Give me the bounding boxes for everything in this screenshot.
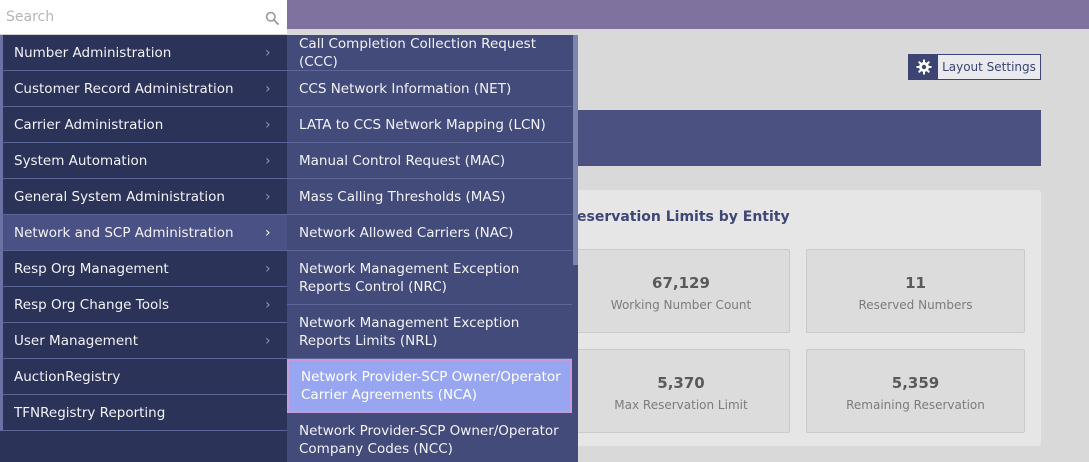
- submenu-item-nac[interactable]: Network Allowed Carriers (NAC): [287, 215, 572, 251]
- dashboard-banner: [560, 110, 1041, 166]
- menu-item-resp-org-change-tools[interactable]: Resp Org Change Tools ›: [0, 287, 287, 323]
- submenu-item-net[interactable]: CCS Network Information (NET): [287, 71, 572, 107]
- submenu-scrollbar[interactable]: [573, 35, 578, 265]
- menu-item-label: System Automation: [14, 152, 148, 169]
- menu-item-label: Network and SCP Administration: [14, 224, 234, 241]
- menu-item-label: TFNRegistry Reporting: [14, 404, 166, 421]
- submenu-item-nrl[interactable]: Network Management Exception Reports Lim…: [287, 305, 572, 359]
- stat-caption: Max Reservation Limit: [614, 398, 748, 412]
- stat-value: 5,370: [657, 374, 705, 392]
- menu-item-label: General System Administration: [14, 188, 225, 205]
- stat-value: 67,129: [652, 274, 710, 292]
- gear-icon: [909, 55, 938, 79]
- search-bar: [0, 0, 287, 35]
- chevron-right-icon: ›: [265, 80, 271, 97]
- stat-remaining-reservation: 5,359 Remaining Reservation: [806, 349, 1025, 433]
- menu-item-tfnregistry-reporting[interactable]: TFNRegistry Reporting: [0, 395, 287, 431]
- stat-reserved-numbers: 11 Reserved Numbers: [806, 249, 1025, 333]
- menu-item-network-and-scp-administration[interactable]: Network and SCP Administration ›: [0, 215, 287, 251]
- stat-caption: Reserved Numbers: [858, 298, 973, 312]
- menu-item-label: Resp Org Management: [14, 260, 169, 277]
- layout-settings-button[interactable]: Layout Settings: [908, 54, 1041, 80]
- menu-item-label: Customer Record Administration: [14, 80, 234, 97]
- menu-item-system-automation[interactable]: System Automation ›: [0, 143, 287, 179]
- chevron-right-icon: ›: [265, 296, 271, 313]
- stat-caption: Working Number Count: [610, 298, 752, 312]
- layout-settings-label: Layout Settings: [942, 60, 1036, 74]
- stat-max-reservation-limit: 5,370 Max Reservation Limit: [572, 349, 790, 433]
- submenu-item-nca[interactable]: Network Provider-SCP Owner/Operator Carr…: [287, 359, 572, 413]
- stat-working-number-count: 67,129 Working Number Count: [572, 249, 790, 333]
- menu-item-carrier-administration[interactable]: Carrier Administration ›: [0, 107, 287, 143]
- chevron-right-icon: ›: [265, 260, 271, 277]
- menu-item-user-management[interactable]: User Management ›: [0, 323, 287, 359]
- chevron-right-icon: ›: [265, 152, 271, 169]
- submenu-item-lcn[interactable]: LATA to CCS Network Mapping (LCN): [287, 107, 572, 143]
- chevron-right-icon: ›: [265, 332, 271, 349]
- submenu-item-mas[interactable]: Mass Calling Thresholds (MAS): [287, 179, 572, 215]
- stat-value: 5,359: [891, 374, 940, 392]
- chevron-right-icon: ›: [265, 188, 271, 205]
- menu-item-auction-registry[interactable]: AuctionRegistry: [0, 359, 287, 395]
- chevron-right-icon: ›: [265, 44, 271, 61]
- submenu-item-mac[interactable]: Manual Control Request (MAC): [287, 143, 572, 179]
- menu-item-resp-org-management[interactable]: Resp Org Management ›: [0, 251, 287, 287]
- card-title: eservation Limits by Entity: [577, 209, 790, 225]
- menu-item-label: Resp Org Change Tools: [14, 296, 170, 313]
- search-input[interactable]: [6, 9, 265, 25]
- chevron-right-icon: ›: [265, 116, 271, 133]
- submenu-item-nrc[interactable]: Network Management Exception Reports Con…: [287, 251, 572, 305]
- menu-item-label: AuctionRegistry: [14, 368, 121, 385]
- stat-value: 11: [905, 274, 926, 292]
- submenu-network-scp: Call Completion Collection Request (CCC)…: [287, 35, 578, 462]
- menu-item-number-administration[interactable]: Number Administration ›: [0, 35, 287, 71]
- menu-item-label: Number Administration: [14, 44, 172, 61]
- menu-item-label: User Management: [14, 332, 138, 349]
- search-icon[interactable]: [265, 10, 279, 25]
- menu-item-general-system-administration[interactable]: General System Administration ›: [0, 179, 287, 215]
- main-menu: Number Administration › Customer Record …: [0, 35, 287, 462]
- menu-item-customer-record-administration[interactable]: Customer Record Administration ›: [0, 71, 287, 107]
- chevron-right-icon: ›: [265, 224, 271, 241]
- submenu-item-ncc[interactable]: Network Provider-SCP Owner/Operator Comp…: [287, 413, 572, 462]
- submenu-item-ccc[interactable]: Call Completion Collection Request (CCC): [287, 35, 572, 71]
- stat-caption: Remaining Reservation: [846, 398, 985, 412]
- menu-item-label: Carrier Administration: [14, 116, 164, 133]
